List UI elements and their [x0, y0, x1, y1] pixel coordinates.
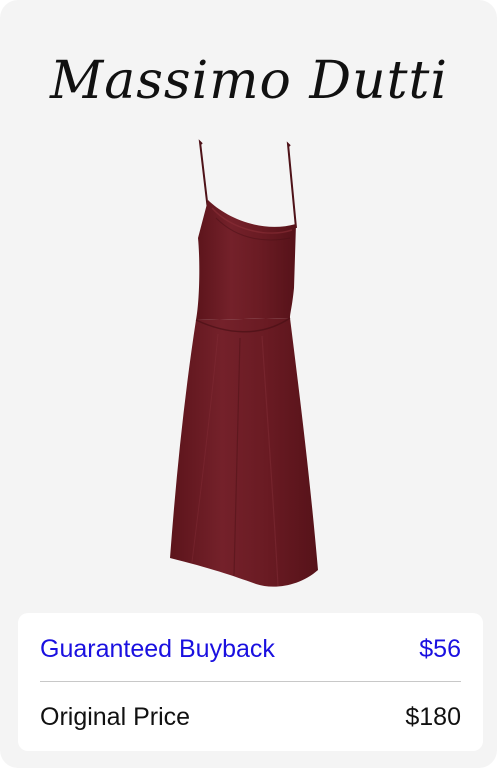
dress-bodice: [196, 200, 296, 320]
original-price-row: Original Price $180: [40, 697, 461, 737]
price-divider: [40, 681, 461, 682]
brand-logo-wordmark: Massimo Dutti: [49, 51, 448, 111]
brand-logo: Massimo Dutti: [0, 40, 497, 120]
dress-skirt: [170, 318, 318, 587]
price-panel: Guaranteed Buyback $56 Original Price $1…: [18, 613, 483, 751]
brand-logo-text: Massimo Dutti: [49, 51, 448, 111]
original-price-value: $180: [405, 702, 461, 731]
buyback-label: Guaranteed Buyback: [40, 634, 275, 663]
slip-dress-image: [170, 139, 318, 587]
product-image: [150, 138, 350, 598]
buyback-value: $56: [419, 634, 461, 663]
right-strap: [286, 141, 297, 229]
original-price-label: Original Price: [40, 702, 191, 731]
left-strap: [198, 139, 209, 211]
buyback-row: Guaranteed Buyback $56: [40, 629, 461, 669]
product-card: Massimo Dutti Guaranteed Buyback $56 Ori…: [0, 0, 497, 768]
